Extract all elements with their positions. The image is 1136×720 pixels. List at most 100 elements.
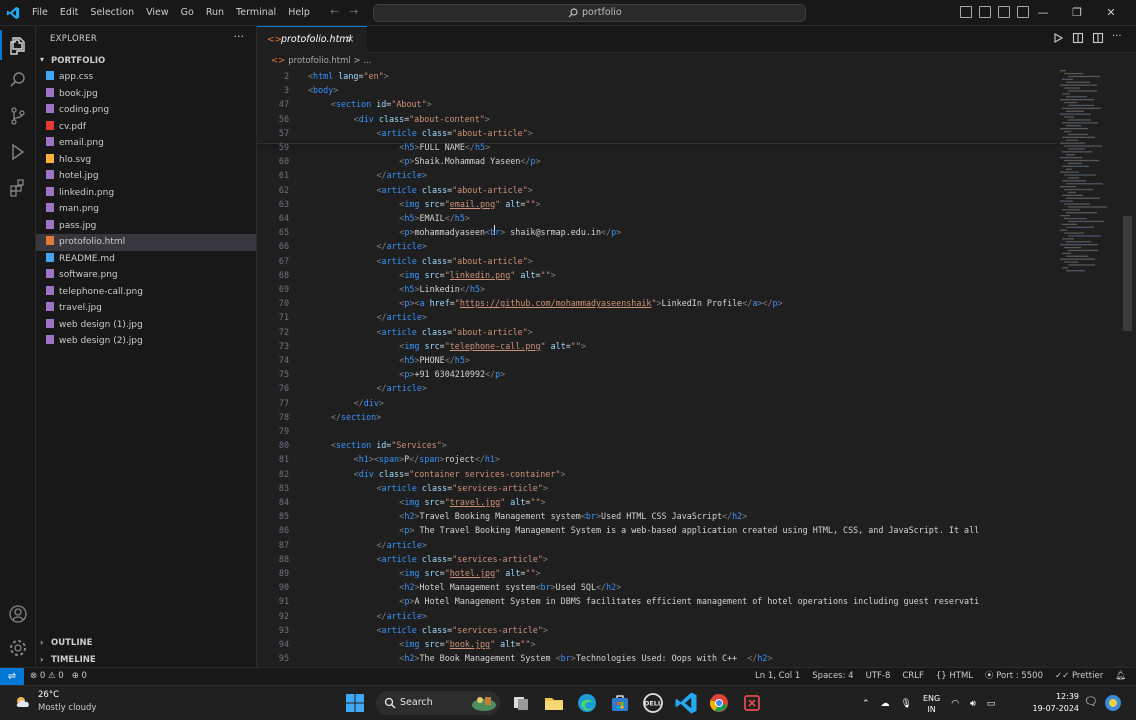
command-center-search[interactable]: portfolio	[373, 4, 806, 22]
file-item[interactable]: software.png	[36, 267, 256, 284]
remote-indicator-icon[interactable]: ⇌	[0, 668, 24, 685]
token-tag: img	[404, 568, 420, 578]
menu-item-help[interactable]: Help	[282, 0, 316, 26]
prettier-status[interactable]: ✓✓ Prettier	[1055, 668, 1103, 685]
clock[interactable]: 12:39 19-07-2024	[1017, 691, 1080, 715]
show-hidden-icons-icon[interactable]: ⌃	[862, 699, 870, 709]
search-view-icon[interactable]	[6, 68, 30, 92]
token-punc: >	[767, 653, 773, 664]
explorer-icon[interactable]	[0, 30, 30, 60]
token-punc: </	[444, 355, 455, 365]
wifi-icon[interactable]: ◠	[951, 699, 959, 709]
menu-item-run[interactable]: Run	[200, 0, 230, 26]
close-tab-icon[interactable]: ×	[346, 27, 354, 53]
workspace-folder[interactable]: ▾ PORTFOLIO	[36, 54, 256, 68]
copilot-icon[interactable]	[1104, 694, 1122, 712]
menu-item-view[interactable]: View	[140, 0, 175, 26]
back-arrow-icon[interactable]: ←	[330, 5, 339, 18]
file-item[interactable]: email.png	[36, 135, 256, 152]
toggle-secondary-sidebar-icon[interactable]	[998, 6, 1010, 18]
manage-gear-icon[interactable]	[6, 636, 30, 660]
microphone-icon[interactable]: 🎙︎	[901, 699, 912, 709]
code-editor[interactable]: 2 <html lang="en"> 3 <body> 47 <section id="A…	[257, 68, 1136, 667]
language-mode[interactable]: {} HTML	[936, 668, 973, 685]
file-item[interactable]: protofolio.html	[36, 234, 256, 251]
forward-arrow-icon[interactable]: →	[349, 5, 358, 18]
file-item[interactable]: web design (1).jpg	[36, 317, 256, 334]
line-number: 79	[278, 426, 289, 436]
indentation[interactable]: Spaces: 4	[812, 668, 853, 685]
run-icon[interactable]	[1052, 32, 1064, 44]
minimap-line	[1062, 238, 1074, 240]
encoding[interactable]: UTF-8	[866, 668, 891, 685]
edge-browser-icon[interactable]	[575, 691, 599, 715]
battery-icon[interactable]: ▭	[987, 699, 996, 709]
file-item[interactable]: app.css	[36, 69, 256, 86]
ports-status[interactable]: ⊕ 0	[72, 668, 87, 685]
live-server-port[interactable]: ⦿ Port : 5500	[985, 668, 1043, 685]
taskbar-search[interactable]: Search	[376, 691, 500, 715]
accounts-icon[interactable]	[6, 602, 30, 626]
file-item[interactable]: cv.pdf	[36, 119, 256, 136]
cursor-position[interactable]: Ln 1, Col 1	[755, 668, 800, 685]
extensions-icon[interactable]	[6, 176, 30, 200]
more-actions-icon[interactable]: ···	[234, 30, 245, 43]
menu-item-go[interactable]: Go	[175, 0, 200, 26]
token-punc: >	[530, 639, 536, 649]
cloud-icon	[16, 697, 29, 707]
file-item[interactable]: book.jpg	[36, 86, 256, 103]
chrome-icon[interactable]	[707, 691, 731, 715]
store-icon[interactable]	[608, 691, 632, 715]
notifications-bell-icon[interactable]: 🔔︎	[1115, 668, 1126, 685]
file-item[interactable]: web design (2).jpg	[36, 333, 256, 350]
timeline-section[interactable]: › TIMELINE	[36, 651, 256, 668]
minimap-line	[1066, 154, 1075, 156]
file-explorer-icon[interactable]	[542, 691, 566, 715]
activity-bar	[0, 26, 36, 667]
restore-icon[interactable]: ❐	[1060, 0, 1094, 26]
minimize-icon[interactable]: —	[1026, 0, 1060, 26]
dell-icon[interactable]: DELL	[641, 691, 665, 715]
run-debug-icon[interactable]	[6, 140, 30, 164]
file-item[interactable]: README.md	[36, 251, 256, 268]
vertical-scrollbar[interactable]	[1123, 216, 1132, 331]
file-item[interactable]: coding.png	[36, 102, 256, 119]
task-view-icon[interactable]	[509, 691, 533, 715]
file-item[interactable]: travel.jpg	[36, 300, 256, 317]
close-window-icon[interactable]: ✕	[1094, 0, 1128, 26]
outline-section[interactable]: › OUTLINE	[36, 634, 256, 651]
problems-status[interactable]: ⊗ 0 ⚠ 0	[30, 668, 64, 685]
menu-item-file[interactable]: File	[26, 0, 54, 26]
more-editor-actions-icon[interactable]: ···	[1112, 32, 1124, 44]
vscode-taskbar-icon[interactable]	[674, 691, 698, 715]
tab-protofolio-html[interactable]: <> protofolio.html ×	[257, 26, 367, 53]
start-windows-icon[interactable]	[343, 691, 367, 715]
source-control-icon[interactable]	[6, 104, 30, 128]
toggle-primary-sidebar-icon[interactable]	[960, 6, 972, 18]
file-item[interactable]: pass.jpg	[36, 218, 256, 235]
volume-icon[interactable]: 🔊︎	[970, 699, 976, 709]
weather-widget[interactable]: 26°C Mostly cloudy	[14, 690, 114, 716]
menu-item-edit[interactable]: Edit	[54, 0, 84, 26]
toggle-panel-icon[interactable]	[979, 6, 991, 18]
file-item[interactable]: man.png	[36, 201, 256, 218]
minimap-line	[1064, 174, 1096, 176]
onedrive-cloud-icon[interactable]: ☁	[881, 699, 890, 709]
file-item[interactable]: hlo.svg	[36, 152, 256, 169]
breadcrumb[interactable]: <> protofolio.html > ...	[257, 54, 1136, 68]
line-number: 66	[278, 241, 289, 252]
file-item[interactable]: linkedin.png	[36, 185, 256, 202]
menu-item-terminal[interactable]: Terminal	[230, 0, 282, 26]
split-editor-icon[interactable]	[1092, 32, 1104, 44]
minimap[interactable]	[1057, 68, 1123, 288]
file-item[interactable]: hotel.jpg	[36, 168, 256, 185]
notification-icon[interactable]: 🗨︎	[1084, 695, 1098, 708]
menu-item-selection[interactable]: Selection	[84, 0, 140, 26]
file-item[interactable]: telephone-call.png	[36, 284, 256, 301]
code-text: </article>	[376, 168, 426, 182]
open-preview-icon[interactable]	[1072, 32, 1084, 44]
snipping-tool-icon[interactable]	[740, 691, 764, 715]
line-ending[interactable]: CRLF	[902, 668, 923, 685]
code-text: <div class="container services-container…	[354, 467, 566, 481]
input-language[interactable]: ENG IN	[923, 693, 940, 715]
